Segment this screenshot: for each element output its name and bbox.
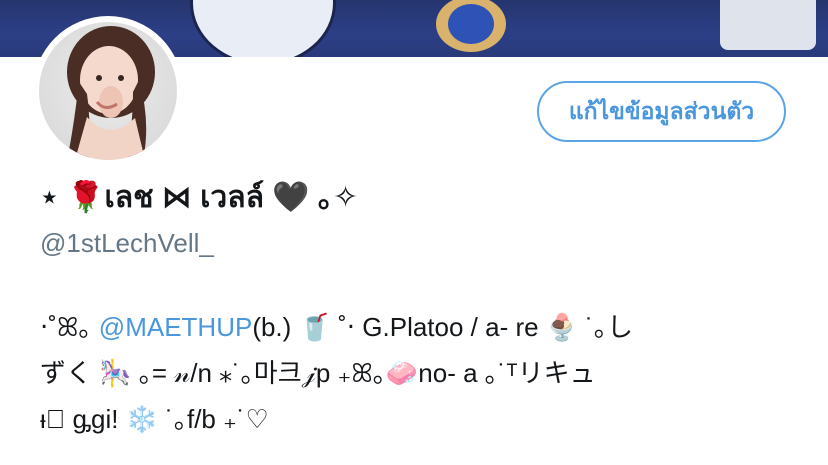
edit-profile-button[interactable]: แก้ไขข้อมูลส่วนตัว <box>537 81 786 142</box>
bio-mention-link[interactable]: @MAETHUP <box>99 312 253 342</box>
profile-display-name: ⋆ 🌹เลช ⋈ เวลล์ 🖤 ｡✧ <box>40 181 359 214</box>
avatar-frame[interactable] <box>33 16 183 166</box>
bio-line-1: ‧˚ꕤ｡ @MAETHUP(b.) 🥤 ˚‧ G.Platoo / a- re … <box>40 304 800 350</box>
bio-line-2: ずく 🎠 ｡= 𝓃/n ⁎˙｡마크𝒿p ₊ꕤ｡🧼no- a ｡˙ᵀリキュ <box>40 358 596 388</box>
banner-gem-center <box>448 4 494 44</box>
profile-handle: @1stLechVell_ <box>40 228 214 258</box>
bio-line-3: ᵻ⃞ ᶃgi! ❄️ ˙｡f/b ₊˙♡ <box>40 404 269 434</box>
bio-line1-rest: (b.) 🥤 ˚‧ G.Platoo / a- re 🍨 ˙｡し <box>252 312 634 342</box>
banner-plate-decoration <box>190 0 336 57</box>
profile-bio: ‧˚ꕤ｡ @MAETHUP(b.) 🥤 ˚‧ G.Platoo / a- re … <box>40 304 800 442</box>
banner-cup-decoration <box>720 0 816 50</box>
avatar[interactable] <box>39 22 177 160</box>
avatar-portrait-image <box>67 26 155 160</box>
bio-line1-prefix: ‧˚ꕤ｡ <box>40 312 92 342</box>
